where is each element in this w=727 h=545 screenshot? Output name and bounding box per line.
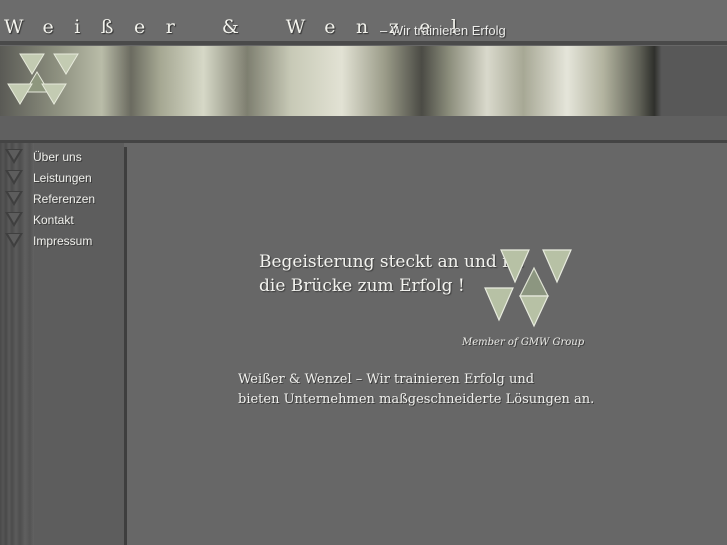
nav-item-label: Kontakt [33,213,74,227]
banner-shadow-band [0,116,727,140]
triangle-icon [5,233,23,248]
nav-item-label: Impressum [33,234,93,248]
company-logo-icon [484,249,572,328]
banner-logo-icon [7,53,79,105]
nav-item-kontakt[interactable]: Kontakt [0,210,124,230]
tagline: – Wir trainieren Erfolg [380,23,506,38]
header-bar: Weißer & Wenzel – Wir trainieren Erfolg [0,0,727,41]
intro-line-2: bieten Unternehmen maßgeschneiderte Lösu… [238,392,595,407]
nav-item-label: Leistungen [33,171,92,185]
nav-item-leistungen[interactable]: Leistungen [0,168,124,188]
sidebar-divider [124,147,127,545]
triangle-icon [5,149,23,164]
triangle-icon [5,191,23,206]
triangle-icon [5,212,23,227]
nav-item-label: Referenzen [33,192,96,206]
nav-item-label: Über uns [33,150,82,164]
triangle-icon [5,170,23,185]
nav-item-impressum[interactable]: Impressum [0,231,124,251]
header-photo-banner [0,46,727,116]
nav-item-referenzen[interactable]: Referenzen [0,189,124,209]
nav-item-ueber-uns[interactable]: Über uns [0,147,124,167]
intro-line-1: Weißer & Wenzel – Wir trainieren Erfolg … [238,372,535,387]
intro-text: Weißer & Wenzel – Wir trainieren Erfolg … [238,370,594,410]
header-divider [0,41,727,45]
member-note: Member of GMW Group [462,337,585,348]
